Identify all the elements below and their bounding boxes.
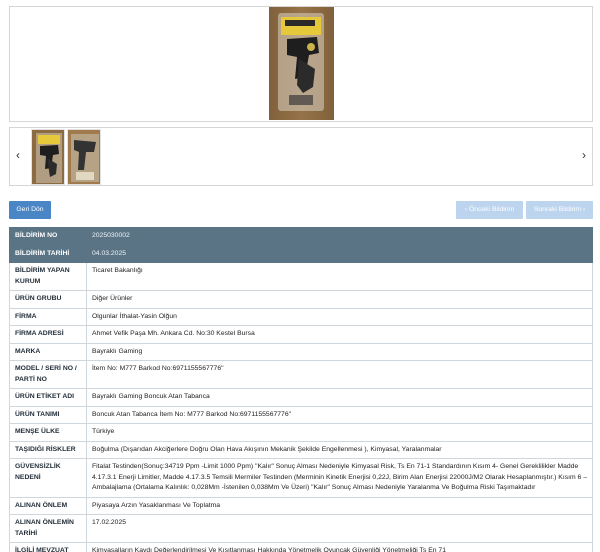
- table-row: BİLDİRİM YAPAN KURUM Ticaret Bakanlığı: [9, 262, 593, 291]
- field-label-company-address: FİRMA ADRESİ: [9, 325, 87, 344]
- field-value-brand: Bayraklı Gaming: [86, 342, 593, 361]
- field-label-reporting-authority: BİLDİRİM YAPAN KURUM: [9, 262, 87, 291]
- field-label-company: FİRMA: [9, 307, 87, 326]
- field-value-risks: Boğulma (Dışarıdan Akciğerlere Doğru Ola…: [86, 440, 593, 459]
- field-label-product-description: ÜRÜN TANIMI: [9, 405, 87, 424]
- table-row: ALINAN ÖNLEM Piyasaya Arzın Yasaklanması…: [9, 496, 593, 515]
- thumbnail-carousel: ‹ ›: [9, 127, 593, 186]
- carousel-prev-arrow-icon[interactable]: ‹: [16, 148, 20, 162]
- table-row: MENŞE ÜLKE Türkiye: [9, 423, 593, 442]
- field-label-measure-taken: ALINAN ÖNLEM: [9, 496, 87, 515]
- field-label-product-label-name: ÜRÜN ETİKET ADI: [9, 388, 87, 407]
- table-row: GÜVENSİZLİK NEDENİ Fitalat Testinden(Son…: [9, 458, 593, 498]
- table-row: MARKA Bayraklı Gaming: [9, 342, 593, 361]
- thumbnail-image-1[interactable]: [31, 129, 65, 185]
- table-row: FİRMA Olgunlar İthalat-Yasin Olğun: [9, 307, 593, 326]
- table-row: ÜRÜN GRUBU Diğer Ürünler: [9, 290, 593, 309]
- carousel-next-arrow-icon[interactable]: ›: [582, 148, 586, 162]
- field-label-model: MODEL / SERİ NO / PARTİ NO: [9, 360, 87, 389]
- notification-detail-table: BİLDİRİM NO 2025030002 BİLDİRİM TARİHİ 0…: [9, 227, 593, 552]
- table-row: FİRMA ADRESİ Ahmet Vefik Paşa Mh. Ankara…: [9, 325, 593, 344]
- field-value-product-description: Boncuk Atan Tabanca İtem No: M777 Barkod…: [86, 405, 593, 424]
- table-row: ÜRÜN TANIMI Boncuk Atan Tabanca İtem No:…: [9, 405, 593, 424]
- next-notification-button[interactable]: Sonraki Bildirim ›: [526, 201, 593, 219]
- field-value-origin-country: Türkiye: [86, 423, 593, 442]
- field-value-product-group: Diğer Ürünler: [86, 290, 593, 309]
- back-button[interactable]: Geri Dön: [9, 201, 51, 219]
- field-value-notification-no: 2025030002: [86, 227, 593, 246]
- field-value-company: Olgunlar İthalat-Yasin Olğun: [86, 307, 593, 326]
- table-row: BİLDİRİM TARİHİ 04.03.2025: [9, 244, 593, 263]
- table-row: ÜRÜN ETİKET ADI Bayraklı Gaming Boncuk A…: [9, 388, 593, 407]
- field-label-unsafe-reason: GÜVENSİZLİK NEDENİ: [9, 458, 87, 498]
- field-label-origin-country: MENŞE ÜLKE: [9, 423, 87, 442]
- field-value-measure-taken: Piyasaya Arzın Yasaklanması Ve Toplatma: [86, 496, 593, 515]
- thumbnail-image-2[interactable]: [67, 129, 101, 185]
- field-value-unsafe-reason: Fitalat Testinden(Sonuç:34719 Ppm -Limit…: [86, 458, 593, 498]
- field-value-notification-date: 04.03.2025: [86, 244, 593, 263]
- field-label-notification-no: BİLDİRİM NO: [9, 227, 87, 246]
- field-value-measure-date: 17.02.2025: [86, 514, 593, 543]
- field-label-related-legislation: İLGİLİ MEVZUAT: [9, 542, 87, 552]
- main-product-image[interactable]: [269, 7, 334, 120]
- field-value-model: İtem No: M777 Barkod No:6971155567776": [86, 360, 593, 389]
- field-label-measure-date: ALINAN ÖNLEMİN TARİHİ: [9, 514, 87, 543]
- previous-notification-button[interactable]: ‹ Önceki Bildirim: [456, 201, 523, 219]
- table-row: İLGİLİ MEVZUAT Kimyasalların Kaydı Değer…: [9, 542, 593, 552]
- main-image-panel: [9, 6, 593, 122]
- field-label-notification-date: BİLDİRİM TARİHİ: [9, 244, 87, 263]
- field-value-related-legislation: Kimyasalların Kaydı Değerlendirilmesi Ve…: [86, 542, 593, 552]
- field-label-risks: TAŞIDIĞI RİSKLER: [9, 440, 87, 459]
- table-row: TAŞIDIĞI RİSKLER Boğulma (Dışarıdan Akci…: [9, 440, 593, 459]
- field-label-product-group: ÜRÜN GRUBU: [9, 290, 87, 309]
- field-value-product-label-name: Bayraklı Gaming Boncuk Atan Tabanca: [86, 388, 593, 407]
- table-row: MODEL / SERİ NO / PARTİ NO İtem No: M777…: [9, 360, 593, 389]
- field-value-company-address: Ahmet Vefik Paşa Mh. Ankara Cd. No:30 Ke…: [86, 325, 593, 344]
- table-row: ALINAN ÖNLEMİN TARİHİ 17.02.2025: [9, 514, 593, 543]
- table-row: BİLDİRİM NO 2025030002: [9, 227, 593, 246]
- field-label-brand: MARKA: [9, 342, 87, 361]
- field-value-reporting-authority: Ticaret Bakanlığı: [86, 262, 593, 291]
